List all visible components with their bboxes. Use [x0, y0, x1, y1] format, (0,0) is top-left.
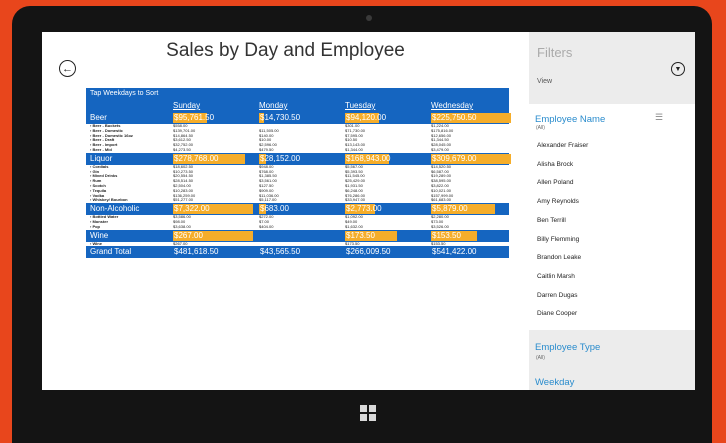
multi-select-list-icon[interactable]: ☰ — [655, 112, 663, 123]
filters-panel: Filters View ▼ Employee Name (All) ☰ Ale… — [529, 32, 695, 390]
filter-funnel-icon[interactable]: ▼ — [671, 62, 685, 76]
employee-list-item[interactable]: Allen Poland — [537, 179, 574, 186]
page-title: Sales by Day and Employee — [166, 40, 405, 61]
employee-filter-list: Employee Name (All) ☰ Alexander Fraiser A… — [529, 104, 695, 330]
employee-type-header[interactable]: Employee Type — [535, 342, 600, 353]
tap-to-sort-label: Tap Weekdays to Sort — [86, 88, 509, 100]
weekday-tuesday[interactable]: Tuesday — [345, 100, 375, 112]
employee-list-item[interactable]: Billy Flemming — [537, 236, 579, 243]
filters-title: Filters — [537, 45, 573, 60]
group-total-cell: $153.50 — [432, 230, 461, 240]
employee-list-item[interactable]: Darren Dugas — [537, 292, 577, 299]
employee-list-item[interactable]: Ben Terrill — [537, 217, 566, 224]
grand-total-label: Grand Total — [90, 247, 132, 257]
employee-list-item[interactable]: Brandon Leake — [537, 254, 581, 261]
employee-list-item[interactable]: Diane Cooper — [537, 310, 577, 317]
employee-list-item[interactable]: Alexander Fraiser — [537, 142, 588, 149]
employee-name-header[interactable]: Employee Name — [535, 114, 605, 125]
group-label: Wine — [90, 230, 109, 240]
weekday-filter-header[interactable]: Weekday — [535, 377, 574, 388]
windows-logo-icon[interactable] — [360, 405, 376, 421]
employee-list-item[interactable]: Amy Reynolds — [537, 198, 579, 205]
grand-total-row: Grand Total $481,618.50 $43,565.50 $266,009… — [86, 246, 509, 259]
weekday-header-row: Sunday Monday Tuesday Wednesday — [86, 100, 509, 112]
weekday-monday[interactable]: Monday — [259, 100, 287, 112]
grand-total-cell: $541,422.00 — [432, 247, 477, 257]
employee-list-item[interactable]: Caitlin Marsh — [537, 273, 575, 280]
group-total-cell: $14,730.50 — [260, 113, 301, 122]
group-label: Liquor — [90, 153, 113, 163]
grand-total-cell: $481,618.50 — [174, 247, 219, 257]
group-total-cell: $168,943.00 — [346, 153, 391, 163]
pivot-table: Tap Weekdays to Sort Sunday Monday Tuesday… — [86, 88, 511, 259]
group-total-cell: $278,768.00 — [174, 153, 219, 163]
grand-total-cell: $266,009.50 — [346, 247, 391, 257]
employee-list-item[interactable]: Alisha Brock — [537, 161, 573, 168]
group-total-cell: $28,152.00 — [260, 153, 301, 163]
group-total-cell: $267.00 — [174, 230, 203, 240]
camera-dot — [366, 15, 372, 21]
group-row-liquor[interactable]: Liquor $278,768.00 $28,152.00 $168,943.00 $3… — [86, 152, 511, 165]
group-row-wine[interactable]: Wine $267.00 $173.50 $153.50 — [86, 229, 509, 242]
employee-type-all-label: (All) — [536, 355, 545, 361]
grand-total-cell: $43,565.50 — [260, 247, 301, 257]
weekday-wednesday[interactable]: Wednesday — [431, 100, 473, 112]
employee-all-label: (All) — [536, 125, 545, 131]
group-total-cell: $173.50 — [346, 230, 375, 240]
back-arrow-icon[interactable]: ← — [59, 60, 76, 77]
weekday-sunday[interactable]: Sunday — [173, 100, 200, 112]
view-label: View — [537, 78, 553, 85]
app-screen: ← Sales by Day and Employee Tap Weekdays… — [42, 32, 695, 390]
group-total-cell: $309,679.00 — [432, 153, 477, 163]
